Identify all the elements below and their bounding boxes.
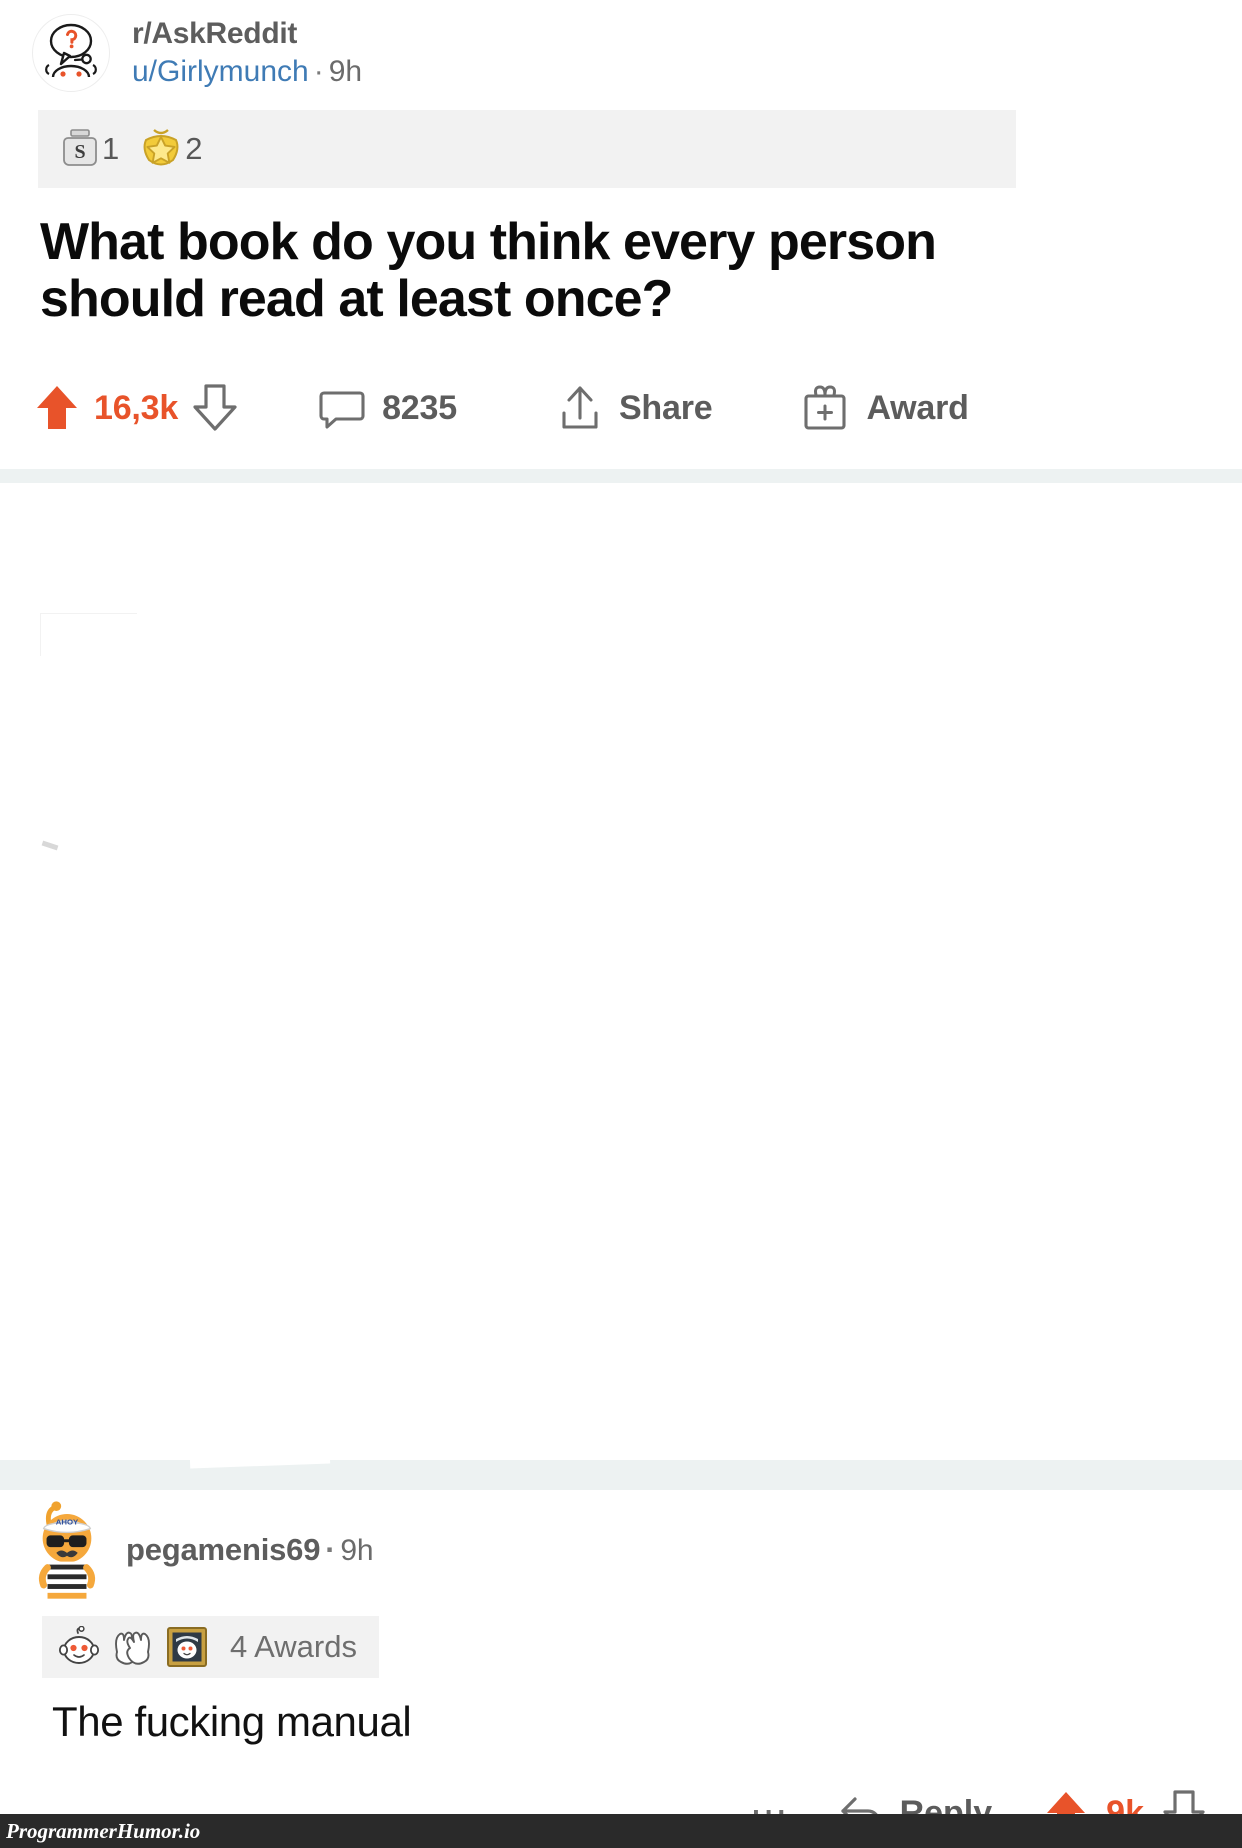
media-ghost-frame (40, 613, 137, 657)
share-arrow-icon (562, 386, 598, 429)
post-comment-divider (0, 1460, 1242, 1490)
gift-box-award-icon (804, 385, 846, 430)
post-awards-strip[interactable]: S 1 2 (38, 110, 1016, 188)
wholesome-hands-award-icon (115, 1631, 150, 1665)
subreddit-name[interactable]: r/AskReddit (132, 17, 362, 51)
post-downvote-button[interactable] (192, 373, 238, 443)
post-byline: u/Girlymunch · 9h (132, 55, 362, 89)
watermark-bar: ProgrammerHumor.io (0, 1814, 1242, 1848)
reddit-post-screenshot: r/AskReddit u/Girlymunch · 9h S 1 2 What b… (0, 0, 1242, 1848)
framed-portrait-award-icon (167, 1627, 207, 1667)
post-share-button[interactable]: Share (557, 373, 713, 443)
comment-byline-separator: · (325, 1532, 336, 1567)
upvote-arrow-icon (37, 386, 77, 430)
comment-author-name: pegamenis69 (126, 1532, 321, 1567)
post-media-area (0, 483, 1242, 1460)
post-award-silver[interactable]: S 1 (60, 127, 119, 171)
comment-awards-count-label: 4 Awards (230, 1629, 357, 1664)
downvote-arrow-icon (193, 384, 237, 431)
comment-award-wholesome-hands[interactable] (110, 1626, 156, 1668)
post-score: 16,3k (94, 388, 179, 427)
post-award-label: Award (866, 388, 969, 427)
post-share-label: Share (618, 388, 713, 427)
post-comment-count: 8235 (382, 388, 457, 427)
post-title[interactable]: What book do you think every person shou… (40, 214, 940, 328)
post-upvote-button[interactable] (34, 373, 80, 443)
svg-text:AHOY: AHOY (56, 1518, 79, 1527)
svg-text:S: S (74, 141, 85, 163)
comment-awards-strip[interactable]: 4 Awards (42, 1616, 379, 1678)
comment-bubble-icon (319, 391, 365, 429)
comment-header: AHOY pegamenis69 · 9h (30, 1490, 1242, 1610)
snoo-sailor-avatar-icon: AHOY (38, 1501, 96, 1599)
silver-award-icon: S (63, 129, 97, 166)
comment-author[interactable]: pegamenis69 · 9h (126, 1532, 374, 1568)
askreddit-snoo-icon (45, 23, 97, 78)
post-age: 9h (328, 55, 363, 88)
gold-star-medal-award-icon (143, 129, 179, 166)
byline-separator: · (313, 55, 324, 88)
snoo-face-award-icon (59, 1626, 100, 1664)
post-action-bar: 16,3k 8235 Share Award (34, 373, 1242, 443)
post-comments-button[interactable]: 8235 (318, 373, 457, 443)
post-author-link[interactable]: u/Girlymunch (132, 55, 309, 88)
post-award-gold-star[interactable]: 2 (139, 126, 203, 172)
comment-item: AHOY pegamenis69 · 9h 4 Awards The fucki… (0, 1490, 1242, 1848)
subreddit-avatar[interactable] (32, 14, 110, 92)
post-header: r/AskReddit u/Girlymunch · 9h (0, 0, 1242, 92)
post-award-button[interactable]: Award (800, 373, 969, 443)
post-award-gold-count: 2 (185, 131, 203, 166)
post-media-top-band (0, 469, 1242, 484)
post-award-silver-count: 1 (102, 131, 120, 166)
post-meta: r/AskReddit u/Girlymunch · 9h (132, 17, 362, 88)
comment-age: 9h (340, 1534, 374, 1567)
comment-award-framed-portrait[interactable] (166, 1626, 208, 1668)
comment-body-text: The fucking manual (52, 1698, 412, 1745)
comment-award-snoo-face[interactable] (58, 1626, 100, 1668)
watermark-text: ProgrammerHumor.io (6, 1818, 201, 1843)
comment-avatar[interactable]: AHOY (30, 1501, 104, 1599)
media-ghost-tick (41, 840, 59, 851)
